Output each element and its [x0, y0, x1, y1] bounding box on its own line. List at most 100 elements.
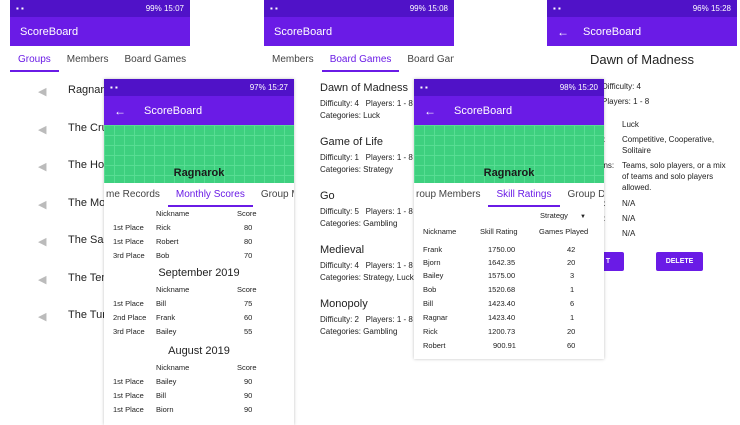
header-games-played: Games Played	[539, 227, 589, 236]
month-title: September 2019	[158, 267, 240, 279]
game-title: Dawn of Madness	[589, 52, 695, 67]
tab-board-games[interactable]: Board Games	[321, 48, 400, 72]
place: 1st Place	[113, 223, 144, 232]
skill-rating: 1423.40	[488, 313, 516, 322]
detail-value: N/A	[622, 214, 636, 223]
back-arrow-icon[interactable]: ←	[114, 104, 130, 118]
place: 1st Place	[113, 377, 144, 386]
place: 1st Place	[113, 391, 144, 400]
app-bar: ScoreBoard	[264, 17, 454, 46]
group-item[interactable]: ◀ The Sarac	[10, 230, 119, 250]
group-item[interactable]: ◀ The Monc	[10, 193, 117, 213]
tab-board-games[interactable]: Board Games	[116, 48, 190, 72]
tab-monthly-scores[interactable]: Monthly Scores	[167, 183, 253, 207]
group-item[interactable]: ◀ The Hosp	[10, 155, 116, 175]
game-name: Medieval	[320, 244, 365, 256]
status-bar: ▪ ▪ 96% 15:28	[547, 0, 737, 17]
nickname: Rick	[156, 223, 171, 232]
players-value: 1 - 8	[396, 207, 413, 216]
score: 90	[244, 377, 253, 386]
header-score: Score	[237, 363, 257, 372]
filter-value: Strategy	[540, 211, 568, 220]
game-name: Dawn of Madness	[320, 82, 409, 94]
detail-value: Teams, solo players, or a mix of teams a…	[622, 161, 726, 192]
nickname: Biorn	[156, 405, 174, 414]
skill-rating: 1423.40	[488, 299, 516, 308]
difficulty-value: 5	[354, 207, 359, 216]
status-icons: ▪ ▪	[16, 4, 24, 13]
battery-text: 99%	[145, 4, 162, 13]
back-arrow-icon[interactable]: ←	[557, 25, 573, 39]
chevron-icon: ◀	[38, 199, 47, 211]
categories-value: Strategy, Luck	[363, 273, 414, 282]
skill-rating: 1750.00	[488, 245, 516, 254]
tab-groups[interactable]: Groups	[10, 48, 59, 72]
chevron-icon: ◀	[38, 86, 47, 98]
tab-group-members[interactable]: Group Memb	[253, 183, 294, 207]
tab-skill-ratings[interactable]: Skill Ratings	[488, 183, 560, 207]
detail-categories: Luck	[622, 120, 639, 129]
place: 1st Place	[113, 405, 144, 414]
detail-difficulty: Difficulty: 4	[602, 82, 641, 91]
group-item[interactable]: ◀ The Turks	[10, 305, 117, 325]
game-item[interactable]: Go Difficulty: 5 Players: 1 - 8 Categori…	[320, 188, 413, 230]
games-played: 1	[570, 313, 575, 322]
nickname: Frank	[423, 245, 443, 254]
difficulty-label: Difficulty:	[320, 99, 353, 108]
score: 80	[244, 237, 253, 246]
players-value: 1 - 8	[396, 153, 413, 162]
nickname: Bob	[423, 285, 437, 294]
game-item[interactable]: Monopoly Difficulty: 2 Players: 1 - 8 Ca…	[320, 296, 413, 338]
nickname: Frank	[156, 313, 176, 322]
back-arrow-icon[interactable]: ←	[424, 104, 440, 118]
game-name: Go	[320, 190, 335, 202]
chevron-icon: ◀	[38, 311, 47, 323]
status-icons: ▪ ▪	[420, 83, 428, 92]
tab-group-members[interactable]: roup Members	[414, 183, 488, 207]
players-value: 1 - 8	[396, 99, 413, 108]
banner-title: Ragnarok	[483, 167, 535, 179]
status-icons: ▪ ▪	[553, 4, 561, 13]
game-item[interactable]: Dawn of Madness Difficulty: 4 Players: 1…	[320, 80, 413, 122]
nickname: Robert	[423, 341, 446, 350]
game-item[interactable]: Game of Life Difficulty: 1 Players: 1 - …	[320, 134, 413, 176]
difficulty-label: Difficulty:	[320, 207, 353, 216]
app-bar: ← ScoreBoard	[104, 96, 294, 125]
tab-members[interactable]: Members	[59, 48, 117, 72]
skill-rating: 1642.35	[488, 258, 516, 267]
tab-members[interactable]: Members	[264, 48, 322, 72]
battery-text: 99%	[409, 4, 426, 13]
group-item[interactable]: ◀ The Temp	[10, 268, 117, 288]
group-banner: Ragnarok	[104, 125, 294, 183]
header-nickname: Nickname	[156, 209, 190, 218]
screen-skill-ratings: ▪ ▪ 98% 15:20 ← ScoreBoard Ragnarok roup…	[414, 79, 604, 359]
place: 3rd Place	[113, 327, 145, 336]
battery-text: 98%	[559, 83, 576, 92]
group-item[interactable]: ◀ Ragnarok	[10, 80, 116, 100]
detail-value: N/A	[622, 229, 636, 238]
delete-button[interactable]: DELETE	[656, 252, 703, 271]
app-title: ScoreBoard	[454, 104, 513, 117]
header-score: Score	[237, 209, 257, 218]
difficulty-value: 4	[354, 99, 359, 108]
category-filter-dropdown[interactable]: Strategy ▼	[540, 211, 586, 220]
difficulty-label: Difficulty:	[320, 153, 353, 162]
tab-game-records[interactable]: me Records	[104, 183, 168, 207]
header-nickname: Nickname	[156, 285, 190, 294]
tab-group-details[interactable]: Group Details	[560, 183, 605, 207]
nickname: Bill	[423, 299, 434, 308]
status-time: 15:07	[163, 4, 184, 13]
detail-value: N/A	[622, 199, 636, 208]
games-played: 6	[570, 299, 575, 308]
games-played: 3	[570, 271, 575, 280]
chevron-icon: ◀	[38, 161, 47, 173]
status-icons: ▪ ▪	[270, 4, 278, 13]
monthly-table: Nickname Score 1st Place Rick 80 1st Pla…	[104, 209, 294, 269]
game-item[interactable]: Medieval Difficulty: 4 Players: 1 - 8 Ca…	[320, 242, 414, 284]
group-item[interactable]: ◀ The Crusa	[10, 118, 119, 138]
game-name: Game of Life	[320, 136, 383, 148]
group-banner: Ragnarok	[414, 125, 604, 183]
score: 90	[244, 391, 253, 400]
battery-text: 97%	[249, 83, 266, 92]
tab-board-game-categories[interactable]: Board Game Ca	[399, 48, 454, 72]
